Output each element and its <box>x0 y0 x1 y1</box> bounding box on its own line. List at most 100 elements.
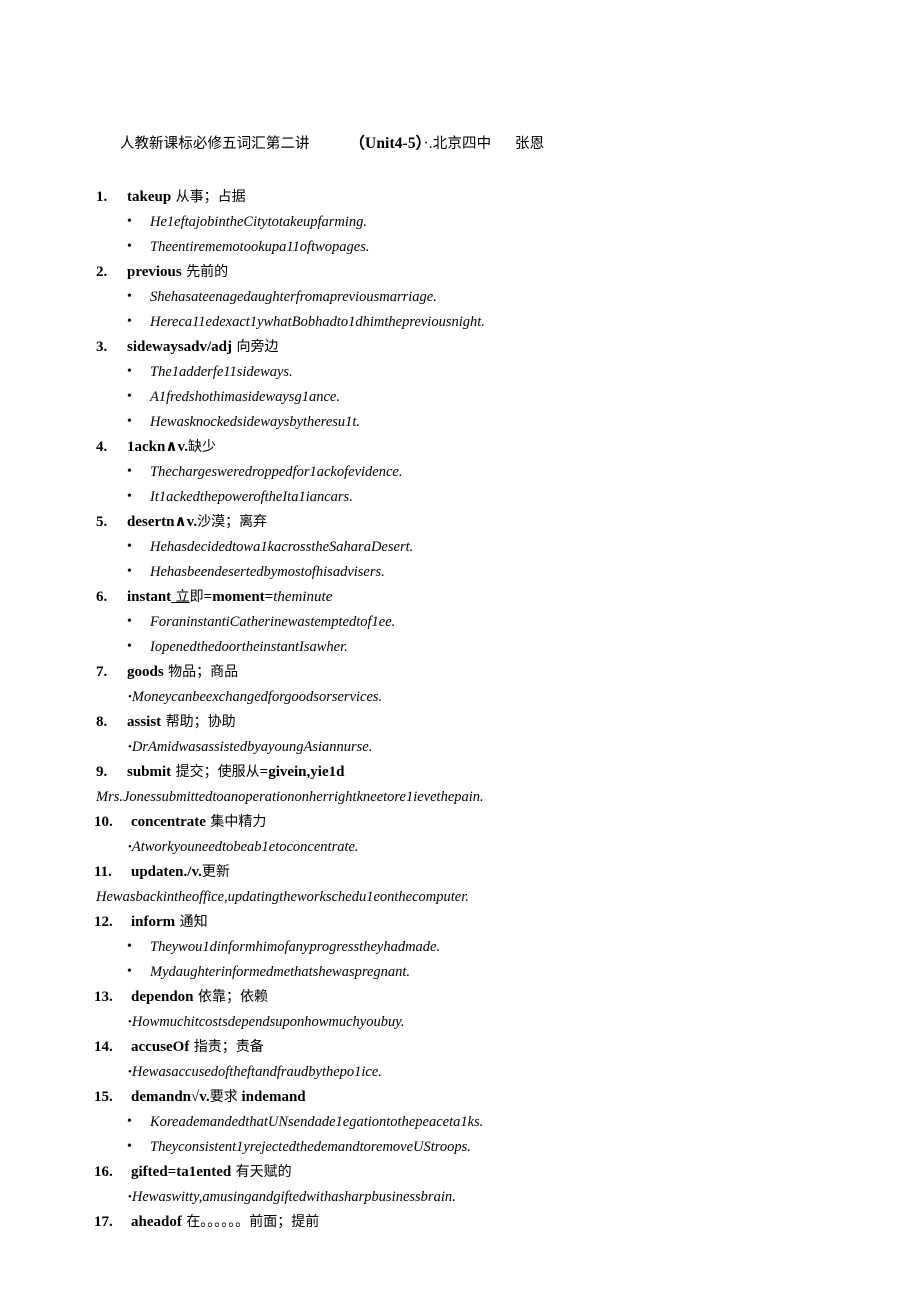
entry-gloss: 要求 <box>209 1089 238 1105</box>
entry-term: demandn√v. <box>131 1089 210 1105</box>
entry-term: desertn∧v. <box>127 514 198 530</box>
vocabulary-entry: 16. gifted=ta1ented 有天赋的 •Hewaswitty,amusi… <box>94 1160 876 1210</box>
example-text: It1ackedthepoweroftheIta1iancars. <box>150 489 353 505</box>
vocabulary-entry: 14. accuseOf 指责；责备 •Hewasaccusedoftheftand… <box>94 1035 876 1085</box>
bullet-icon: • <box>127 939 132 954</box>
entry-example: • Mydaughterinformedmethatshewaspregnant. <box>96 960 876 985</box>
vocabulary-entry: 11. updaten./v.更新 Hewasbackintheoffice,upd… <box>94 860 876 910</box>
document-body: 人教新课标必修五词汇第二讲 （Unit4-5）·.北京四中 张恩 1. takeu… <box>94 106 876 1235</box>
entry-example: • Hewasknockedsidewaysbytheresu1t. <box>96 410 876 435</box>
entry-gloss: 有天赋的 <box>231 1164 292 1180</box>
entry-term-tail: indemand <box>237 1089 306 1105</box>
vocabulary-entry: 3. sidewaysadv/adj 向旁边 • The1adderfe11sidew… <box>96 335 876 435</box>
entry-example: • Thechargesweredroppedfor1ackofevidence. <box>96 460 876 485</box>
header-school: 北京四中 <box>432 136 492 152</box>
example-text: Mrs.Jonessubmittedtoanoperationonherrigh… <box>96 789 484 805</box>
entry-term: instant <box>127 589 172 605</box>
entry-number: 13. <box>94 989 113 1005</box>
entry-term: 1ackn∧v. <box>127 439 188 455</box>
vocabulary-entry: 4. 1ackn∧v.缺少 • Thechargesweredroppedfor1ac… <box>96 435 876 510</box>
bullet-icon: • <box>127 464 132 479</box>
entry-term-line: 6. instant 立即=moment=theminute <box>96 585 876 610</box>
entry-term-line: 8. assist 帮助；协助 <box>96 710 876 735</box>
entry-term: sidewaysadv/adj <box>127 339 233 355</box>
entry-term-line: 7. goods 物品；商品 <box>96 660 876 685</box>
bullet-icon: • <box>127 964 132 979</box>
bullet-icon: • <box>127 539 132 554</box>
entry-number: 9. <box>96 764 108 780</box>
entry-term: goods <box>127 664 164 680</box>
entry-gloss: 即 <box>189 589 204 605</box>
example-text: Atworkyouneedtobeab1etoconcentrate. <box>131 839 359 855</box>
header-gap-2 <box>491 135 515 152</box>
entry-number: 2. <box>96 264 108 280</box>
entry-gloss: 先前的 <box>181 264 229 280</box>
entry-term: aheadof <box>131 1214 182 1230</box>
bullet-icon: • <box>127 314 132 329</box>
example-text: Moneycanbeexchangedforgoodsorservices. <box>131 689 383 705</box>
entry-term: concentrate <box>131 814 206 830</box>
entry-term: submit <box>127 764 172 780</box>
entry-number: 6. <box>96 589 108 605</box>
entry-term-tail: =givein,yie1d <box>259 764 345 780</box>
example-text: ForaninstantiCatherinewastemptedtof1ee. <box>150 614 396 630</box>
bullet-icon: • <box>127 1139 132 1154</box>
entry-term-line: 5. desertn∧v.沙漠；离弃 <box>96 510 876 535</box>
entry-gloss: 物品；商品 <box>163 664 239 680</box>
entry-example: • Theyconsistent1yrejectedthedemandtoremo… <box>96 1135 876 1160</box>
entry-term: takeup <box>127 189 172 205</box>
entry-term-line: 9. submit 提交；使服从=givein,yie1d <box>96 760 876 785</box>
vocabulary-list: 1. takeup 从事；占据 • He1eftajobintheCitytotake… <box>94 185 876 1235</box>
example-text: Shehasateenagedaughterfromapreviousmarri… <box>150 289 437 305</box>
example-text: DrAmidwasassistedbyayoungAsiannurse. <box>131 739 373 755</box>
vocabulary-entry: 1. takeup 从事；占据 • He1eftajobintheCitytotake… <box>96 185 876 260</box>
example-text: Hewaswitty,amusingandgiftedwithasharpbus… <box>131 1189 456 1205</box>
vocabulary-entry: 7. goods 物品；商品 •Moneycanbeexchangedforgood… <box>96 660 876 710</box>
entry-term-line: 10. concentrate 集中精力 <box>94 810 876 835</box>
header-gap <box>310 135 350 152</box>
vocabulary-entry: 8. assist 帮助；协助 •DrAmidwasassistedbyayoung… <box>96 710 876 760</box>
entry-term-line: 16. gifted=ta1ented 有天赋的 <box>94 1160 876 1185</box>
entry-gloss: 在。。。。。。前面；提前 <box>181 1214 320 1230</box>
document-header: 人教新课标必修五词汇第二讲 （Unit4-5）·.北京四中 张恩 <box>96 106 876 182</box>
entry-number: 3. <box>96 339 108 355</box>
entry-number: 8. <box>96 714 108 730</box>
bullet-icon: • <box>127 364 132 379</box>
bullet-icon: • <box>127 489 132 504</box>
entry-example: • He1eftajobintheCitytotakeupfarming. <box>96 210 876 235</box>
entry-term-line: 14. accuseOf 指责；责备 <box>94 1035 876 1060</box>
entry-number: 17. <box>94 1214 113 1230</box>
vocabulary-entry: 9. submit 提交；使服从=givein,yie1d Mrs.Jonessub… <box>96 760 876 810</box>
entry-example: •Howmuchitcostsdependsuponhowmuchyoubuy. <box>96 1010 876 1035</box>
entry-number: 14. <box>94 1039 113 1055</box>
entry-number: 15. <box>94 1089 113 1105</box>
entry-term: updaten./v. <box>131 864 202 880</box>
entry-example: •Hewasaccusedoftheftandfraudbythepo1ice. <box>96 1060 876 1085</box>
example-text: Hewasaccusedoftheftandfraudbythepo1ice. <box>131 1064 382 1080</box>
entry-example: • ForaninstantiCatherinewastemptedtof1ee. <box>96 610 876 635</box>
entry-number: 10. <box>94 814 113 830</box>
example-text: A1fredshothimasidewaysg1ance. <box>150 389 340 405</box>
entry-number: 4. <box>96 439 108 455</box>
example-text: Mydaughterinformedmethatshewaspregnant. <box>150 964 411 980</box>
entry-example: • The1adderfe11sideways. <box>96 360 876 385</box>
entry-term-line: 4. 1ackn∧v.缺少 <box>96 435 876 460</box>
example-text: Hewasknockedsidewaysbytheresu1t. <box>150 414 361 430</box>
entry-example: Mrs.Jonessubmittedtoanoperationonherrigh… <box>96 785 876 810</box>
entry-term: assist <box>127 714 162 730</box>
bullet-icon: • <box>127 1114 132 1129</box>
bullet-icon: • <box>127 389 132 404</box>
entry-gloss-underlined: 立 <box>171 589 190 605</box>
entry-synonym-bold: =moment= <box>203 589 274 605</box>
entry-gloss: 沙漠；离弃 <box>197 514 268 530</box>
vocabulary-entry: 12. inform 通知 • Theywou1dinformhimofanyprog… <box>94 910 876 985</box>
entry-term-line: 11. updaten./v.更新 <box>94 860 876 885</box>
vocabulary-entry: 5. desertn∧v.沙漠；离弃 • Hehasdecidedtowa1kacro… <box>96 510 876 585</box>
example-text: He1eftajobintheCitytotakeupfarming. <box>150 214 368 230</box>
example-text: Theyconsistent1yrejectedthedemandtoremov… <box>150 1139 471 1155</box>
entry-example: • Theentirememotookupa11oftwopages. <box>96 235 876 260</box>
entry-number: 5. <box>96 514 108 530</box>
example-text: IopenedthedoortheinstantIsawher. <box>150 639 348 655</box>
vocabulary-entry: 2. previous 先前的 • Shehasateenagedaughterfro… <box>96 260 876 335</box>
document-page: 人教新课标必修五词汇第二讲 （Unit4-5）·.北京四中 张恩 1. takeu… <box>0 0 920 1301</box>
